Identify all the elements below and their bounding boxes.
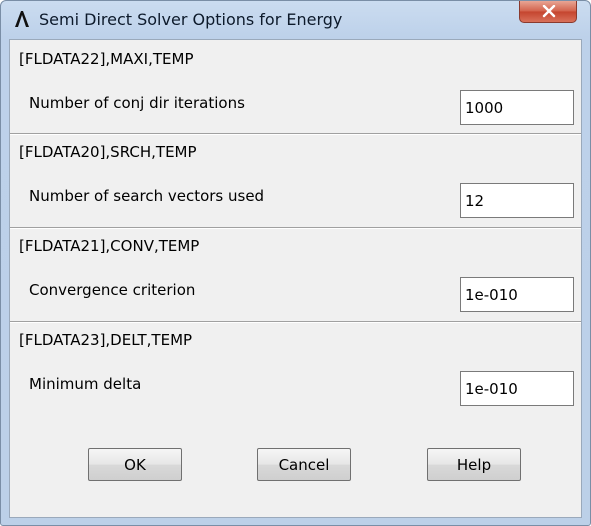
window-title: Semi Direct Solver Options for Energy [39,10,343,29]
command-label: [FLDATA20],SRCH,TEMP [19,143,197,161]
field-label: Number of search vectors used [29,187,265,205]
section-conv: [FLDATA21],CONV,TEMP Convergence criteri… [10,227,581,319]
ansys-lambda-icon [13,10,31,28]
search-vectors-input[interactable] [460,183,574,218]
dialog-body: [FLDATA22],MAXI,TEMP Number of conj dir … [9,39,582,518]
section-divider [10,227,581,229]
section-delt: [FLDATA23],DELT,TEMP Minimum delta [10,321,581,413]
section-maxi: [FLDATA22],MAXI,TEMP Number of conj dir … [10,40,581,132]
close-button[interactable] [519,1,577,23]
dialog-window: Semi Direct Solver Options for Energy [F… [0,0,591,526]
title-bar[interactable]: Semi Direct Solver Options for Energy [1,1,590,37]
minimum-delta-input[interactable] [460,371,574,406]
command-label: [FLDATA21],CONV,TEMP [19,237,200,255]
field-label: Convergence criterion [29,281,196,299]
convergence-criterion-input[interactable] [460,277,574,312]
close-icon [542,5,556,18]
help-button[interactable]: Help [427,448,521,481]
command-label: [FLDATA22],MAXI,TEMP [19,50,194,68]
command-label: [FLDATA23],DELT,TEMP [19,331,193,349]
ok-button[interactable]: OK [88,448,182,481]
field-label: Minimum delta [29,375,142,393]
section-divider [10,133,581,135]
cancel-button[interactable]: Cancel [257,448,351,481]
section-divider [10,321,581,323]
field-label: Number of conj dir iterations [29,94,245,112]
conj-dir-iterations-input[interactable] [460,90,574,125]
section-srch: [FLDATA20],SRCH,TEMP Number of search ve… [10,133,581,225]
